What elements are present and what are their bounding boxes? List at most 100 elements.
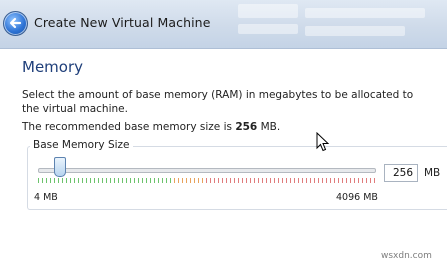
scale-tick [346,178,347,183]
scale-tick [254,178,255,183]
scale-tick [70,178,71,183]
scale-tick [366,178,367,183]
scale-tick [270,178,271,183]
scale-tick [66,178,67,183]
slider-min-label: 4 MB [34,192,58,203]
scale-tick [74,178,75,183]
memory-unit-label: MB [424,167,441,179]
scale-tick [98,178,99,183]
scale-tick [278,178,279,183]
scale-tick [242,178,243,183]
scale-tick [158,178,159,183]
scale-tick [138,178,139,183]
scale-tick [150,178,151,183]
scale-tick [38,178,39,183]
scale-tick [314,178,315,183]
wizard-title: Create New Virtual Machine [34,15,211,30]
scale-tick [154,178,155,183]
background-window-ghost [305,8,425,18]
scale-tick [174,178,175,183]
scale-tick [226,178,227,183]
background-window-ghost [238,24,298,34]
scale-tick [166,178,167,183]
scale-tick [58,178,59,183]
scale-tick [162,178,163,183]
memory-slider-thumb[interactable] [54,157,66,177]
scale-tick [282,178,283,183]
scale-tick [178,178,179,183]
watermark: wsxdn.com [381,251,432,261]
scale-tick [298,178,299,183]
background-window-ghost [238,4,298,18]
scale-tick [142,178,143,183]
scale-tick [322,178,323,183]
page-description: Select the amount of base memory (RAM) i… [22,89,414,115]
scale-tick [42,178,43,183]
background-window-ghost [305,26,405,36]
scale-tick [230,178,231,183]
mouse-cursor-icon [316,132,330,152]
scale-tick [54,178,55,183]
scale-tick [130,178,131,183]
scale-tick [318,178,319,183]
scale-tick [302,178,303,183]
scale-tick [102,178,103,183]
back-arrow-icon [9,17,22,29]
recommendation-prefix: The recommended base memory size is [22,121,236,133]
scale-tick [86,178,87,183]
scale-tick [370,178,371,183]
scale-tick [262,178,263,183]
scale-tick [250,178,251,183]
scale-tick [182,178,183,183]
scale-tick [134,178,135,183]
scale-tick [202,178,203,183]
scale-tick [126,178,127,183]
recommendation-suffix: MB. [257,121,281,133]
recommendation-text: The recommended base memory size is 256 … [22,121,280,133]
scale-tick [234,178,235,183]
scale-tick [78,178,79,183]
scale-tick [214,178,215,183]
scale-tick [82,178,83,183]
scale-tick [198,178,199,183]
memory-size-input[interactable]: 256 [384,164,418,182]
scale-tick [286,178,287,183]
scale-tick [114,178,115,183]
scale-tick [118,178,119,183]
scale-tick [194,178,195,183]
scale-tick [266,178,267,183]
scale-tick [350,178,351,183]
scale-tick [290,178,291,183]
scale-tick [330,178,331,183]
scale-tick [190,178,191,183]
scale-tick [46,178,47,183]
scale-tick [90,178,91,183]
scale-tick [246,178,247,183]
wizard-title-bar: Create New Virtual Machine [0,0,447,49]
scale-tick [338,178,339,183]
scale-tick [342,178,343,183]
page-heading: Memory [22,58,84,76]
scale-tick [186,178,187,183]
recommended-memory-value: 256 [235,121,258,133]
scale-tick [334,178,335,183]
back-button[interactable] [3,11,28,36]
scale-tick [170,178,171,183]
scale-tick [122,178,123,183]
scale-tick [326,178,327,183]
memory-scale-ticks [38,178,375,183]
scale-tick [238,178,239,183]
scale-tick [358,178,359,183]
scale-tick [110,178,111,183]
scale-tick [306,178,307,183]
scale-tick [310,178,311,183]
memory-slider-track[interactable] [38,168,376,173]
scale-tick [146,178,147,183]
scale-tick [106,178,107,183]
scale-tick [354,178,355,183]
scale-tick [210,178,211,183]
scale-tick [294,178,295,183]
scale-tick [222,178,223,183]
base-memory-group-label: Base Memory Size [30,139,133,151]
scale-tick [94,178,95,183]
